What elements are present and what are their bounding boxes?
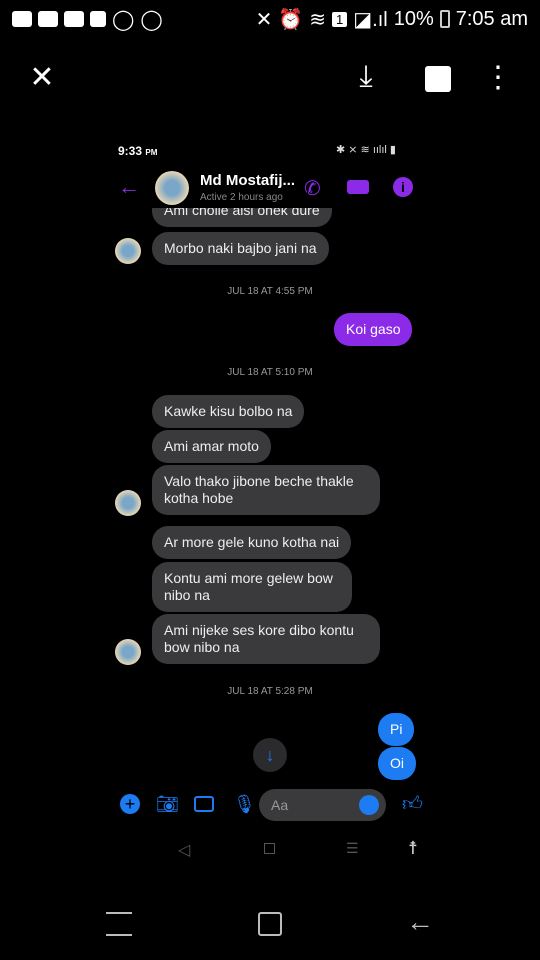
message-notification-icon (38, 11, 58, 27)
download-button[interactable]: ⤓ (346, 60, 386, 94)
scroll-down-button[interactable]: ↓ (253, 738, 287, 772)
message-out: Pi (378, 713, 415, 746)
call-button[interactable]: ✆ (304, 176, 321, 201)
video-call-button[interactable] (347, 180, 369, 194)
sender-avatar (115, 639, 141, 665)
battery-percent: 10% (393, 7, 434, 30)
whatsapp-icon: ◯ (112, 8, 135, 31)
recents-nav-button[interactable] (106, 912, 132, 936)
gallery-button[interactable] (194, 796, 214, 812)
add-button[interactable]: + (120, 794, 140, 814)
message-out: Oi (378, 747, 416, 780)
sim-icon: 1 (332, 11, 348, 27)
contact-status: Active 2 hours ago (200, 192, 283, 203)
layers-button[interactable] (425, 66, 451, 92)
message-in: Ami choile aisi onek dure (152, 208, 332, 227)
messenger-icon: ◯ (140, 8, 163, 31)
message-notification-icon (64, 11, 84, 27)
battery-icon (439, 10, 450, 28)
timestamp: JUL 18 AT 5:28 PM (227, 686, 313, 697)
inner-home-nav-icon (264, 843, 275, 854)
message-in: Kontu ami more gelew bow nibo na (152, 562, 352, 612)
message-in: Valo thako jibone beche thakle kotha hob… (152, 465, 380, 515)
back-nav-button[interactable]: ← (406, 906, 434, 938)
inner-back-nav-icon: ◁ (178, 842, 191, 859)
inner-status-icons: ✱ ⨯ ≋ ıılıl ▮ (336, 144, 396, 156)
home-nav-button[interactable] (258, 912, 282, 936)
message-input-placeholder: Aa (271, 797, 289, 813)
emoji-button[interactable] (359, 795, 379, 815)
close-button[interactable]: ✕ (22, 60, 62, 95)
avatar[interactable] (155, 171, 189, 205)
message-in: Ami nijeke ses kore dibo kontu bow nibo … (152, 614, 380, 664)
microphone-button[interactable]: 🎙︎ (233, 794, 256, 815)
message-out: Koi gaso (334, 313, 413, 346)
sender-avatar (115, 238, 141, 264)
contact-name[interactable]: Md Mostafij... (200, 172, 295, 189)
wifi-icon: ≋ (309, 8, 327, 31)
inner-status-time: 9:33 PM (118, 144, 158, 158)
info-button[interactable]: i (393, 177, 413, 197)
accessibility-icon: ☨ (408, 838, 418, 858)
camera-button[interactable]: 📷︎ (156, 794, 179, 815)
sender-avatar (115, 490, 141, 516)
like-button[interactable]: 👍︎ (402, 792, 423, 816)
timestamp: JUL 18 AT 4:55 PM (227, 286, 313, 297)
message-in: Ar more gele kuno kotha nai (152, 526, 352, 559)
message-input[interactable]: Aa (259, 789, 386, 821)
more-button[interactable]: ⋮ (478, 60, 518, 95)
mute-icon: ✕ (255, 8, 273, 31)
clock: 7:05 am (455, 7, 528, 30)
message-notification-icon (12, 11, 32, 27)
alarm-icon: ⏰ (278, 8, 304, 31)
timestamp: JUL 18 AT 5:10 PM (227, 367, 313, 378)
message-in: Kawke kisu bolbo na (152, 395, 305, 428)
back-button[interactable]: ← (118, 174, 140, 200)
image-notification-icon (90, 11, 106, 27)
inner-recents-nav-icon: ☰ (346, 840, 359, 856)
message-in: Ami amar moto (152, 430, 271, 463)
status-bar: ◯ ◯ ✕ ⏰ ≋ 1 ◪.ıl 10% 7:05 am (0, 0, 540, 38)
message-in: Morbo naki bajbo jani na (152, 232, 329, 265)
signal-icon: ◪.ıl (353, 8, 388, 31)
